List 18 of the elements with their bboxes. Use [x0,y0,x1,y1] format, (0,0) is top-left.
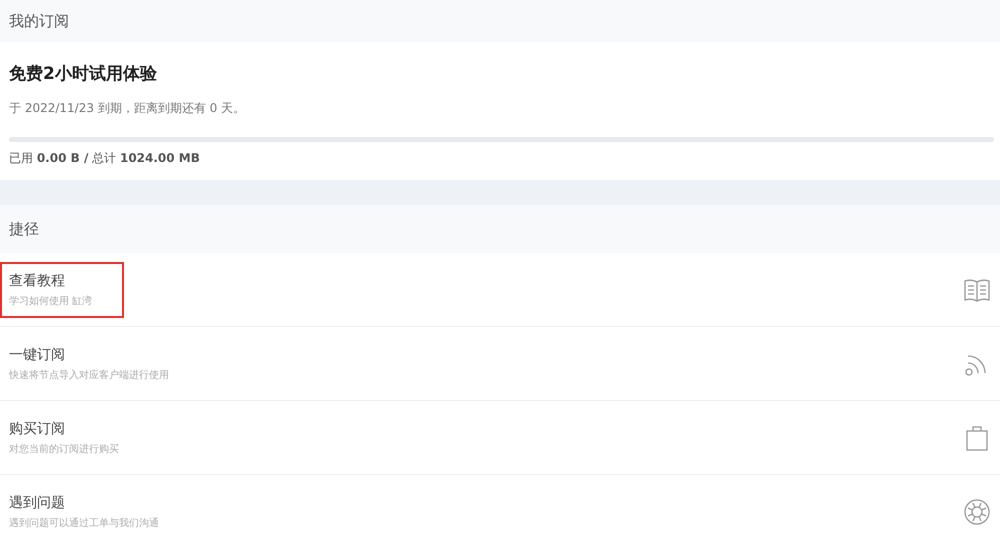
shortcut-item[interactable]: 一键订阅 快速将节点导入对应客户端进行使用 [0,327,1000,401]
lifebuoy-icon [962,496,992,526]
shortcut-title: 购买订阅 [9,420,66,438]
shortcut-description: 快速将节点导入对应客户端进行使用 [9,368,169,382]
shortcut-title: 遇到问题 [9,494,66,512]
shortcut-title: 一键订阅 [9,346,66,364]
shortcut-description: 对您当前的订阅进行购买 [9,442,119,456]
shortcut-title: 查看教程 [9,272,66,290]
plan-name: 免费2小时试用体验 [9,63,158,85]
shortcut-item[interactable]: 遇到问题 遇到问题可以通过工单与我们沟通 [0,475,1000,536]
shortcut-item[interactable]: 查看教程 学习如何使用 缸湾 [0,253,1000,327]
section-title: 捷径 [9,220,39,238]
section-title: 我的订阅 [9,12,69,30]
shortcut-description: 遇到问题可以通过工单与我们沟通 [9,516,159,530]
usage-text: 已用 0.00 B / 总计 1024.00 MB [9,150,201,167]
shortcut-description: 学习如何使用 缸湾 [9,294,92,308]
shortcut-item[interactable]: 购买订阅 对您当前的订阅进行购买 [0,401,1000,475]
expiry-text: 于 2022/11/23 到期，距离到期还有 0 天。 [9,100,246,117]
